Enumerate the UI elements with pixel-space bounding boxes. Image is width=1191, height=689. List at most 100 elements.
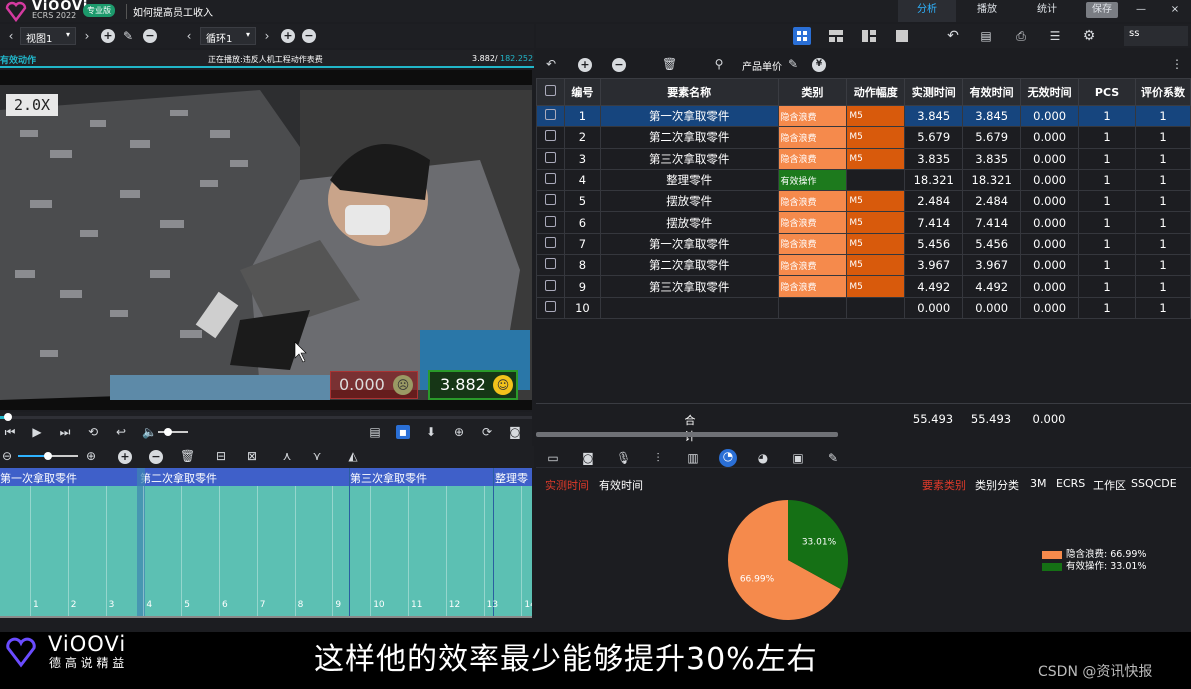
add-segment-icon[interactable]: + <box>118 450 132 464</box>
undo-icon[interactable]: ↶ <box>946 29 960 43</box>
cell-name[interactable]: 摆放零件 <box>599 190 779 213</box>
col-header[interactable]: 评价系数 <box>1135 78 1191 106</box>
cell-id[interactable]: 10 <box>563 296 601 319</box>
layout-rows-icon[interactable] <box>828 28 844 44</box>
cell-name[interactable]: 第二次拿取零件 <box>599 126 779 149</box>
camera-icon[interactable]: ◙ <box>581 451 595 465</box>
trash-icon[interactable]: 🗑 <box>662 57 677 71</box>
cell-pcs[interactable]: 1 <box>1078 232 1137 256</box>
cell-pcs[interactable]: 1 <box>1078 296 1137 319</box>
cell-cat[interactable]: 隐含浪费 <box>777 147 848 170</box>
table-row[interactable]: 6 摆放零件 隐含浪费 M5 7.414 7.414 0.000 1 1 <box>536 211 1191 234</box>
cell-invalid[interactable]: 0.000 <box>1020 232 1080 256</box>
cell-pcs[interactable]: 1 <box>1078 254 1137 277</box>
cell-cat[interactable]: 隐含浪费 <box>777 211 848 234</box>
cell-coef[interactable]: 1 <box>1135 275 1191 298</box>
remove-segment-icon[interactable]: − <box>149 450 163 464</box>
checkbox[interactable] <box>544 258 556 270</box>
checkbox[interactable] <box>544 215 556 227</box>
volume-slider[interactable] <box>158 428 188 436</box>
cell-pcs[interactable]: 1 <box>1078 190 1137 213</box>
cell-coef[interactable]: 1 <box>1135 147 1191 170</box>
cell-invalid[interactable]: 0.000 <box>1020 275 1080 298</box>
cell-id[interactable]: 4 <box>563 168 601 192</box>
cell-name[interactable]: 第二次拿取零件 <box>599 254 779 277</box>
cell-coef[interactable]: 1 <box>1135 296 1191 319</box>
cell-coef[interactable]: 1 <box>1135 232 1191 256</box>
cell-effective[interactable]: 3.835 <box>962 147 1022 170</box>
seek-handle[interactable] <box>4 413 12 421</box>
cell-name[interactable]: 第一次拿取零件 <box>599 104 779 128</box>
tab-effective-time[interactable]: 有效时间 <box>599 477 643 493</box>
cell-effective[interactable]: 5.456 <box>962 232 1022 256</box>
cell-invalid[interactable]: 0.000 <box>1020 126 1080 149</box>
col-header[interactable]: 有效时间 <box>962 78 1022 106</box>
row-checkbox[interactable] <box>536 147 565 170</box>
cell-pcs[interactable]: 1 <box>1078 104 1137 128</box>
reset-icon[interactable]: ⟳ <box>480 425 494 439</box>
cell-pcs[interactable]: 1 <box>1078 275 1137 298</box>
cell-amp[interactable]: M5 <box>846 126 906 149</box>
col-header[interactable]: PCS <box>1078 78 1137 106</box>
cell-invalid[interactable]: 0.000 <box>1020 254 1080 277</box>
cell-amp[interactable]: M5 <box>846 254 906 277</box>
microphone-icon[interactable]: 🎙 <box>616 451 631 465</box>
cell-effective[interactable]: 2.484 <box>962 190 1022 213</box>
video-frame[interactable]: 2.0X 0.000 ☹ 3.882 ☺ <box>0 70 532 410</box>
checkbox[interactable] <box>544 85 556 96</box>
checkbox[interactable] <box>544 109 556 121</box>
cell-id[interactable]: 2 <box>563 126 601 149</box>
cell-amp[interactable]: M5 <box>846 275 906 298</box>
comment-icon[interactable]: ▭ <box>546 451 560 465</box>
pie-chart-icon[interactable]: ◔ <box>719 449 737 467</box>
cell-measured[interactable]: 5.456 <box>904 232 964 256</box>
row-checkbox[interactable] <box>536 296 565 319</box>
minimize-button[interactable]: — <box>1134 0 1148 22</box>
tab-measured-time[interactable]: 实测时间 <box>545 477 589 493</box>
product-price-label[interactable]: 产品单价 <box>742 58 782 73</box>
cell-pcs[interactable]: 1 <box>1078 211 1137 234</box>
cell-pcs[interactable]: 1 <box>1078 147 1137 170</box>
table-row[interactable]: 10 0.000 0.000 0.000 1 1 <box>536 296 1191 319</box>
cell-cat[interactable]: 有效操作 <box>777 168 848 192</box>
table-scrollbar[interactable] <box>536 432 838 437</box>
tab-element-category[interactable]: 要素类别 <box>922 477 966 493</box>
cell-measured[interactable]: 0.000 <box>904 296 964 319</box>
menu-icon[interactable]: ☰ <box>1048 29 1062 43</box>
tab-category-class[interactable]: 类别分类 <box>975 477 1019 493</box>
add-icon[interactable]: + <box>101 29 115 43</box>
cell-effective[interactable]: 4.492 <box>962 275 1022 298</box>
minus-box-icon[interactable]: ⊟ <box>214 449 228 463</box>
cell-effective[interactable]: 7.414 <box>962 211 1022 234</box>
cell-cat[interactable]: 隐含浪费 <box>777 254 848 277</box>
camera-icon[interactable]: ◙ <box>508 425 522 439</box>
cell-cat[interactable]: 隐含浪费 <box>777 232 848 256</box>
layout-grid-icon[interactable] <box>793 27 811 45</box>
cell-pcs[interactable]: 1 <box>1078 168 1137 192</box>
zoom-handle[interactable] <box>44 452 52 460</box>
sliders-icon[interactable]: ⫶ <box>651 451 665 465</box>
cell-measured[interactable]: 3.967 <box>904 254 964 277</box>
gear-icon[interactable]: ⚙ <box>1082 29 1096 43</box>
add-row-icon[interactable]: + <box>578 58 592 72</box>
cell-invalid[interactable]: 0.000 <box>1020 211 1080 234</box>
cell-coef[interactable]: 1 <box>1135 254 1191 277</box>
table-row[interactable]: 9 第三次拿取零件 隐含浪费 M5 4.492 4.492 0.000 1 1 <box>536 275 1191 298</box>
table-row[interactable]: 2 第二次拿取零件 隐含浪费 M5 5.679 5.679 0.000 1 1 <box>536 126 1191 149</box>
seek-bar[interactable] <box>0 413 532 421</box>
cell-name[interactable]: 摆放零件 <box>599 211 779 234</box>
tab-statistics[interactable]: 统计 <box>1018 0 1076 22</box>
cell-cat[interactable]: 隐含浪费 <box>777 126 848 149</box>
document-icon[interactable]: ▤ <box>368 425 382 439</box>
header-checkbox[interactable] <box>536 78 565 106</box>
download-icon[interactable]: ⬇ <box>424 425 438 439</box>
return-icon[interactable]: ↩ <box>114 425 128 439</box>
cell-measured[interactable]: 3.845 <box>904 104 964 128</box>
cell-invalid[interactable]: 0.000 <box>1020 190 1080 213</box>
tab-ecrs[interactable]: ECRS <box>1056 477 1085 490</box>
checkbox[interactable] <box>544 279 556 291</box>
remove-row-icon[interactable]: − <box>612 58 626 72</box>
flip-icon[interactable]: ◭ <box>346 449 360 463</box>
add-icon[interactable]: + <box>281 29 295 43</box>
pie-chart-alt-icon[interactable]: ◕ <box>756 451 770 465</box>
